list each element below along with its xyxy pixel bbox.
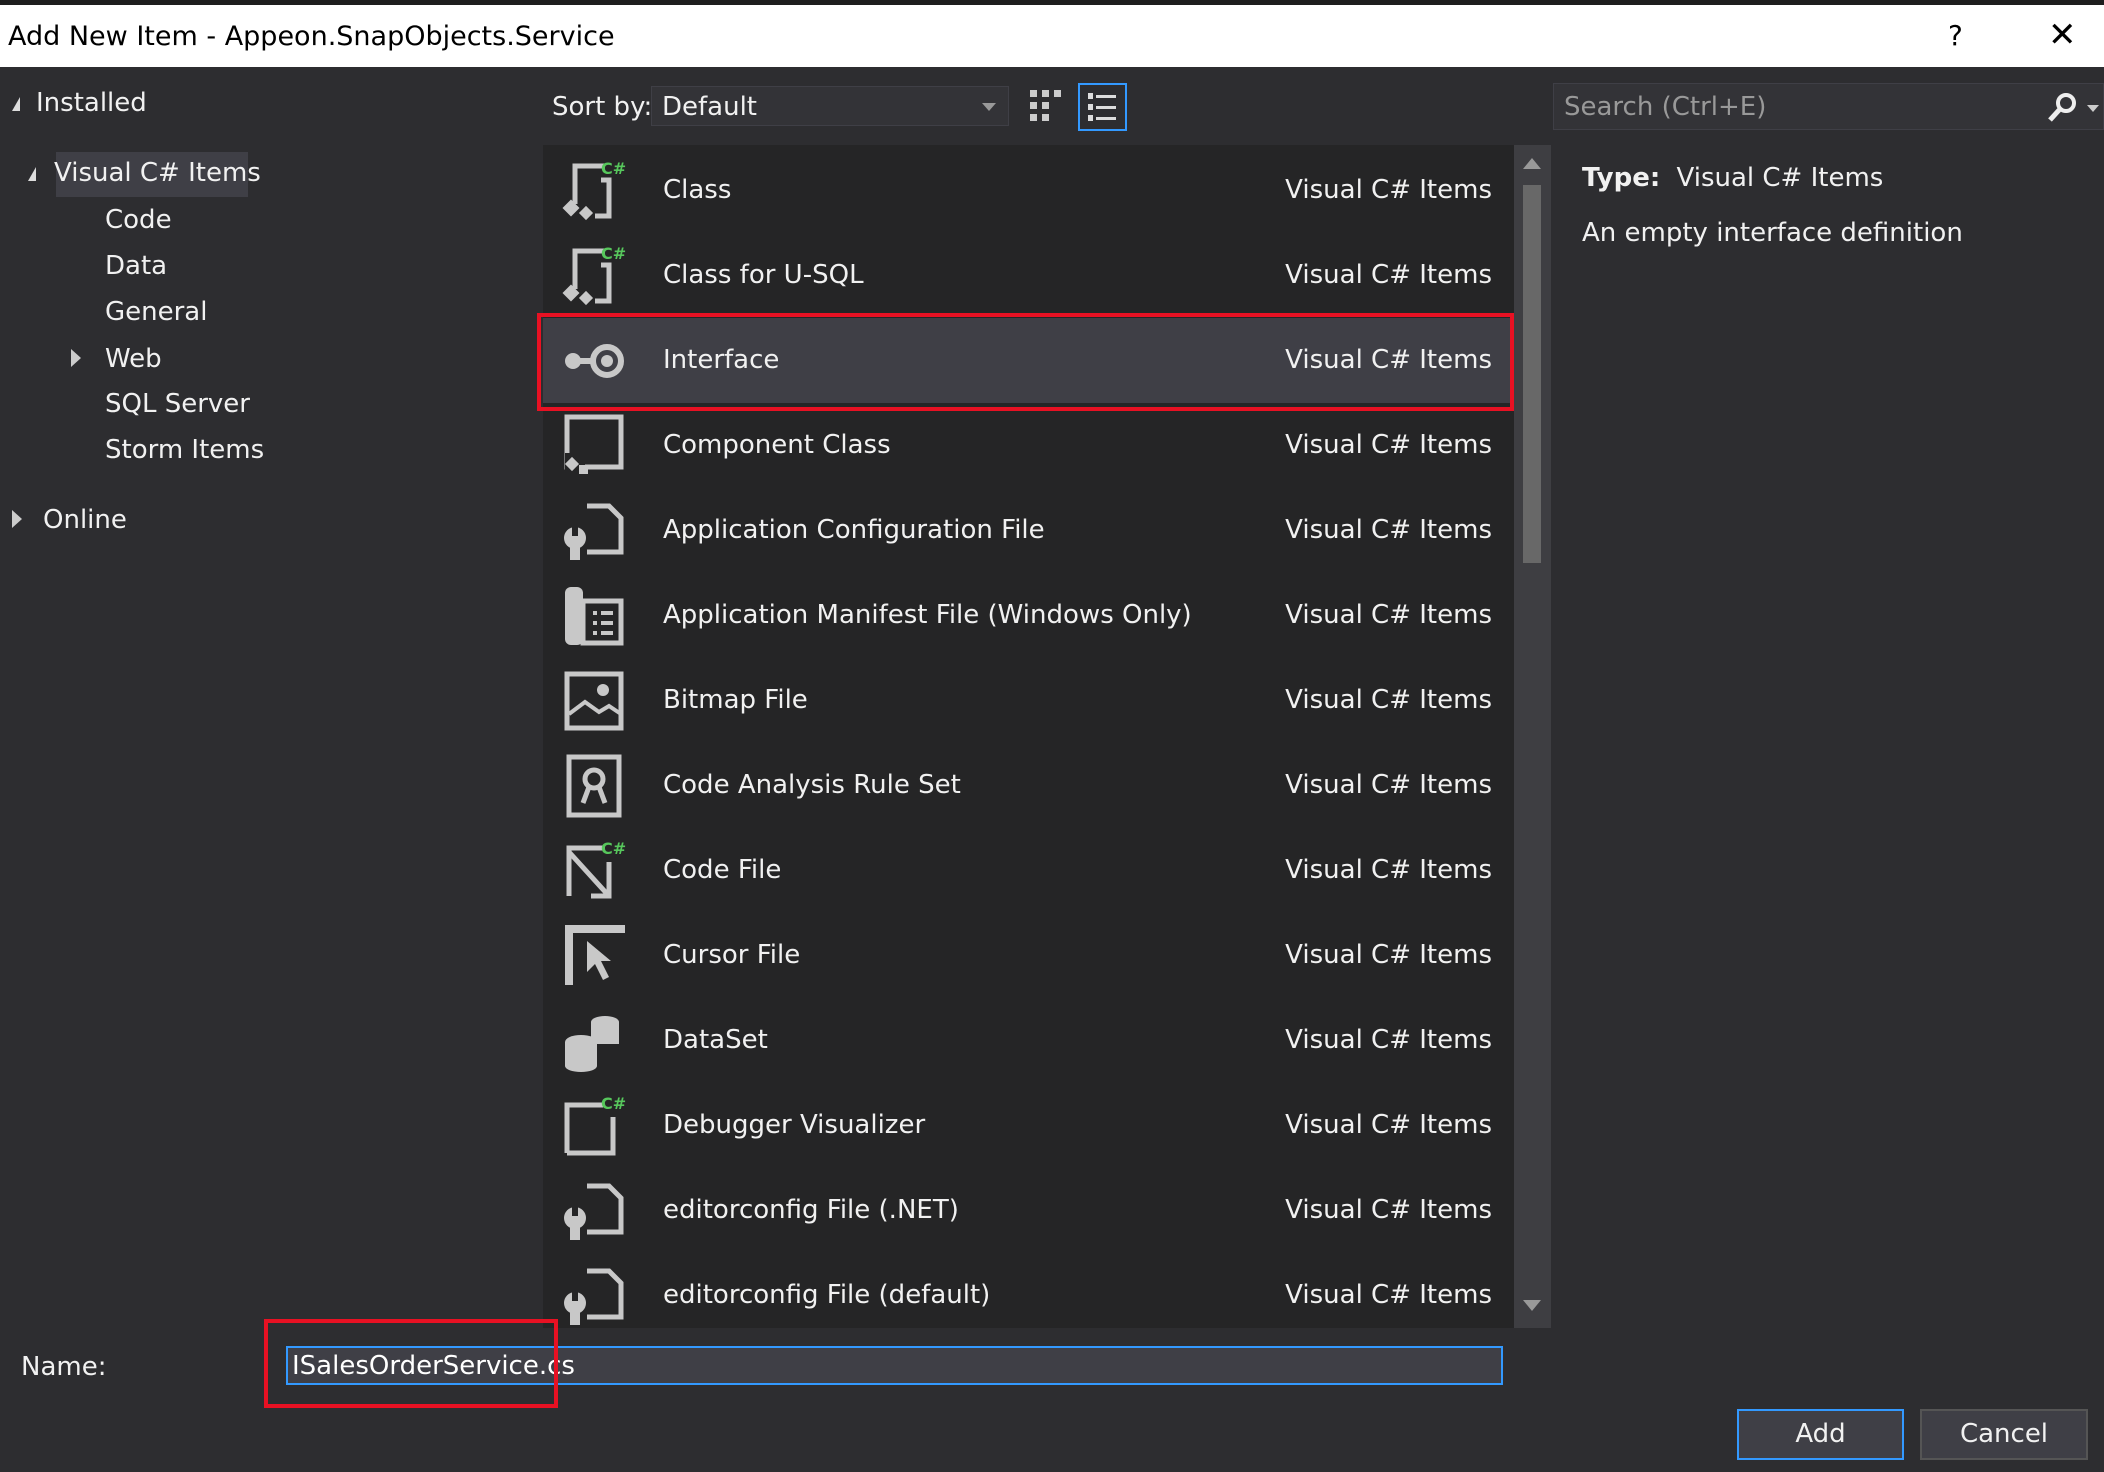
tree-node-web[interactable]: Web bbox=[71, 344, 162, 374]
sort-dropdown[interactable]: Default bbox=[651, 86, 1009, 126]
item-category: Visual C# Items bbox=[1285, 1195, 1492, 1225]
highlight-box-name bbox=[264, 1319, 558, 1408]
tree-node-storm-items[interactable]: Storm Items bbox=[105, 435, 264, 465]
manifest-icon bbox=[565, 587, 624, 646]
class-icon: C# bbox=[562, 244, 626, 306]
item-name: Class for U-SQL bbox=[663, 260, 864, 290]
item-category: Visual C# Items bbox=[1285, 515, 1492, 545]
list-item[interactable]: DataSet Visual C# Items bbox=[543, 998, 1514, 1083]
list-item[interactable]: Component Class Visual C# Items bbox=[543, 403, 1514, 488]
code-file-icon: C# bbox=[566, 839, 626, 899]
list-item[interactable]: Cursor File Visual C# Items bbox=[543, 913, 1514, 998]
expanded-arrow-icon bbox=[28, 167, 36, 181]
tree-node-data[interactable]: Data bbox=[105, 251, 167, 281]
help-button[interactable]: ? bbox=[1948, 19, 1963, 52]
item-category: Visual C# Items bbox=[1285, 940, 1492, 970]
chevron-down-icon bbox=[982, 103, 996, 111]
tree-node-code[interactable]: Code bbox=[105, 205, 172, 235]
item-category: Visual C# Items bbox=[1285, 1280, 1492, 1310]
item-category: Visual C# Items bbox=[1285, 430, 1492, 460]
list-item[interactable]: editorconfig File (default) Visual C# Ite… bbox=[543, 1253, 1514, 1328]
window-title: Add New Item - Appeon.SnapObjects.Servic… bbox=[8, 21, 615, 52]
search-options-chevron-icon[interactable] bbox=[2087, 105, 2099, 112]
cursor-icon bbox=[565, 925, 625, 985]
item-name: Debugger Visualizer bbox=[663, 1110, 926, 1140]
scroll-down-icon[interactable] bbox=[1523, 1300, 1541, 1311]
list-item[interactable]: Application Configuration File Visual C# … bbox=[543, 488, 1514, 573]
item-category: Visual C# Items bbox=[1285, 1025, 1492, 1055]
item-category: Visual C# Items bbox=[1285, 1110, 1492, 1140]
item-name: editorconfig File (.NET) bbox=[663, 1195, 959, 1225]
sort-label: Sort by: bbox=[552, 92, 653, 122]
list-item[interactable]: C# Debugger Visualizer Visual C# Items bbox=[543, 1083, 1514, 1168]
tree-node-general[interactable]: General bbox=[105, 297, 207, 327]
grid-view-icon[interactable] bbox=[1030, 90, 1062, 122]
config-file-icon bbox=[564, 1183, 624, 1240]
list-item[interactable]: C# Code File Visual C# Items bbox=[543, 828, 1514, 913]
list-item[interactable]: Application Manifest File (Windows Only)… bbox=[543, 573, 1514, 658]
item-category: Visual C# Items bbox=[1285, 175, 1492, 205]
item-name: Component Class bbox=[663, 430, 891, 460]
ruleset-icon bbox=[566, 754, 622, 818]
config-file-icon bbox=[564, 503, 624, 560]
close-button[interactable]: ✕ bbox=[2048, 15, 2077, 55]
visualizer-icon: C# bbox=[564, 1094, 626, 1156]
item-name: DataSet bbox=[663, 1025, 768, 1055]
svg-text:C#: C# bbox=[601, 159, 626, 178]
item-name: Cursor File bbox=[663, 940, 801, 970]
scrollbar-thumb[interactable] bbox=[1523, 185, 1541, 563]
item-name: Class bbox=[663, 175, 732, 205]
tree-node-sql-server[interactable]: SQL Server bbox=[105, 389, 250, 419]
collapsed-arrow-icon bbox=[12, 510, 22, 528]
list-item[interactable]: Bitmap File Visual C# Items bbox=[543, 658, 1514, 743]
list-item[interactable]: C# Class for U-SQL Visual C# Items bbox=[543, 233, 1514, 318]
expanded-arrow-icon bbox=[12, 97, 20, 111]
class-icon: C# bbox=[562, 159, 626, 221]
tree-node-installed[interactable]: Installed bbox=[12, 88, 147, 118]
svg-text:C#: C# bbox=[601, 839, 626, 858]
bitmap-icon bbox=[564, 671, 624, 731]
list-item[interactable]: editorconfig File (.NET) Visual C# Items bbox=[543, 1168, 1514, 1253]
scroll-up-icon[interactable] bbox=[1523, 158, 1541, 169]
item-category: Visual C# Items bbox=[1285, 855, 1492, 885]
tree-node-visual-csharp-items[interactable]: Visual C# Items bbox=[28, 158, 261, 188]
item-name: Code File bbox=[663, 855, 782, 885]
item-category: Visual C# Items bbox=[1285, 260, 1492, 290]
list-item[interactable]: Code Analysis Rule Set Visual C# Items bbox=[543, 743, 1514, 828]
collapsed-arrow-icon bbox=[71, 349, 81, 367]
title-bar: Add New Item - Appeon.SnapObjects.Servic… bbox=[0, 5, 2104, 67]
add-button[interactable]: Add bbox=[1737, 1409, 1904, 1460]
item-category: Visual C# Items bbox=[1285, 600, 1492, 630]
item-category: Visual C# Items bbox=[1285, 685, 1492, 715]
detail-type: Type: Visual C# Items bbox=[1582, 163, 1884, 193]
item-name: Bitmap File bbox=[663, 685, 808, 715]
search-icon[interactable] bbox=[2047, 92, 2077, 122]
search-input[interactable]: Search (Ctrl+E) bbox=[1553, 83, 2104, 130]
item-name: Application Configuration File bbox=[663, 515, 1045, 545]
name-label: Name: bbox=[21, 1352, 107, 1382]
sort-value: Default bbox=[662, 92, 757, 122]
config-file-icon bbox=[564, 1268, 624, 1325]
dataset-icon bbox=[565, 1016, 619, 1072]
highlight-box-interface bbox=[537, 313, 1514, 411]
component-icon bbox=[564, 414, 624, 475]
cancel-button[interactable]: Cancel bbox=[1920, 1409, 2088, 1460]
tree-node-online[interactable]: Online bbox=[12, 505, 127, 535]
list-view-icon[interactable] bbox=[1078, 83, 1127, 131]
item-name: Code Analysis Rule Set bbox=[663, 770, 961, 800]
svg-text:C#: C# bbox=[601, 244, 626, 263]
item-name: Application Manifest File (Windows Only) bbox=[663, 600, 1192, 630]
svg-text:C#: C# bbox=[601, 1094, 626, 1113]
detail-description: An empty interface definition bbox=[1582, 218, 1963, 248]
item-name: editorconfig File (default) bbox=[663, 1280, 991, 1310]
item-category: Visual C# Items bbox=[1285, 770, 1492, 800]
list-item[interactable]: C# Class Visual C# Items bbox=[543, 148, 1514, 233]
